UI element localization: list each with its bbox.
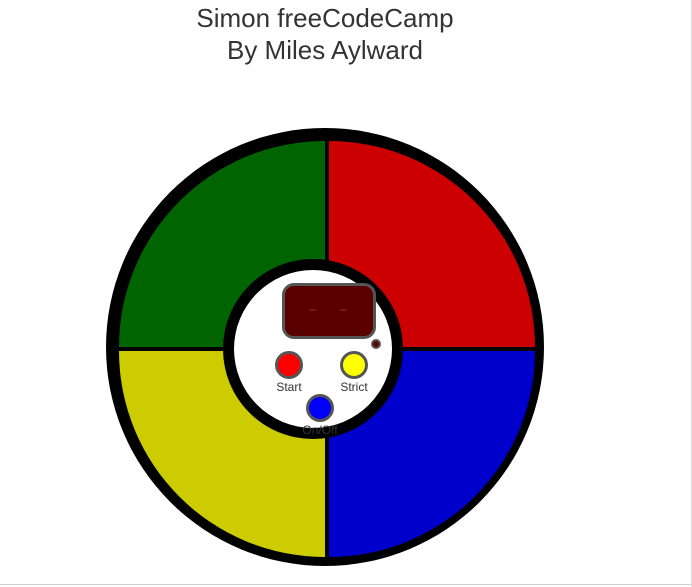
title-line-game: Simon freeCodeCamp <box>196 3 454 33</box>
strict-label: Strict <box>340 380 368 394</box>
strict-button[interactable] <box>340 351 368 379</box>
start-button[interactable] <box>275 351 303 379</box>
start-label: Start <box>276 380 302 394</box>
control-panel-face: - - Start Strict On/Off <box>234 270 392 437</box>
strict-indicator-led <box>371 339 381 349</box>
count-display: - - <box>282 283 376 339</box>
page-title: Simon freeCodeCamp By Miles Aylward <box>0 2 650 66</box>
power-label: On/Off <box>302 423 338 437</box>
window-bottom-edge <box>0 584 692 585</box>
control-panel: - - Start Strict On/Off <box>223 259 403 439</box>
simon-board: - - Start Strict On/Off <box>106 128 544 566</box>
power-button[interactable] <box>306 394 334 422</box>
title-line-author: By Miles Aylward <box>226 35 424 65</box>
